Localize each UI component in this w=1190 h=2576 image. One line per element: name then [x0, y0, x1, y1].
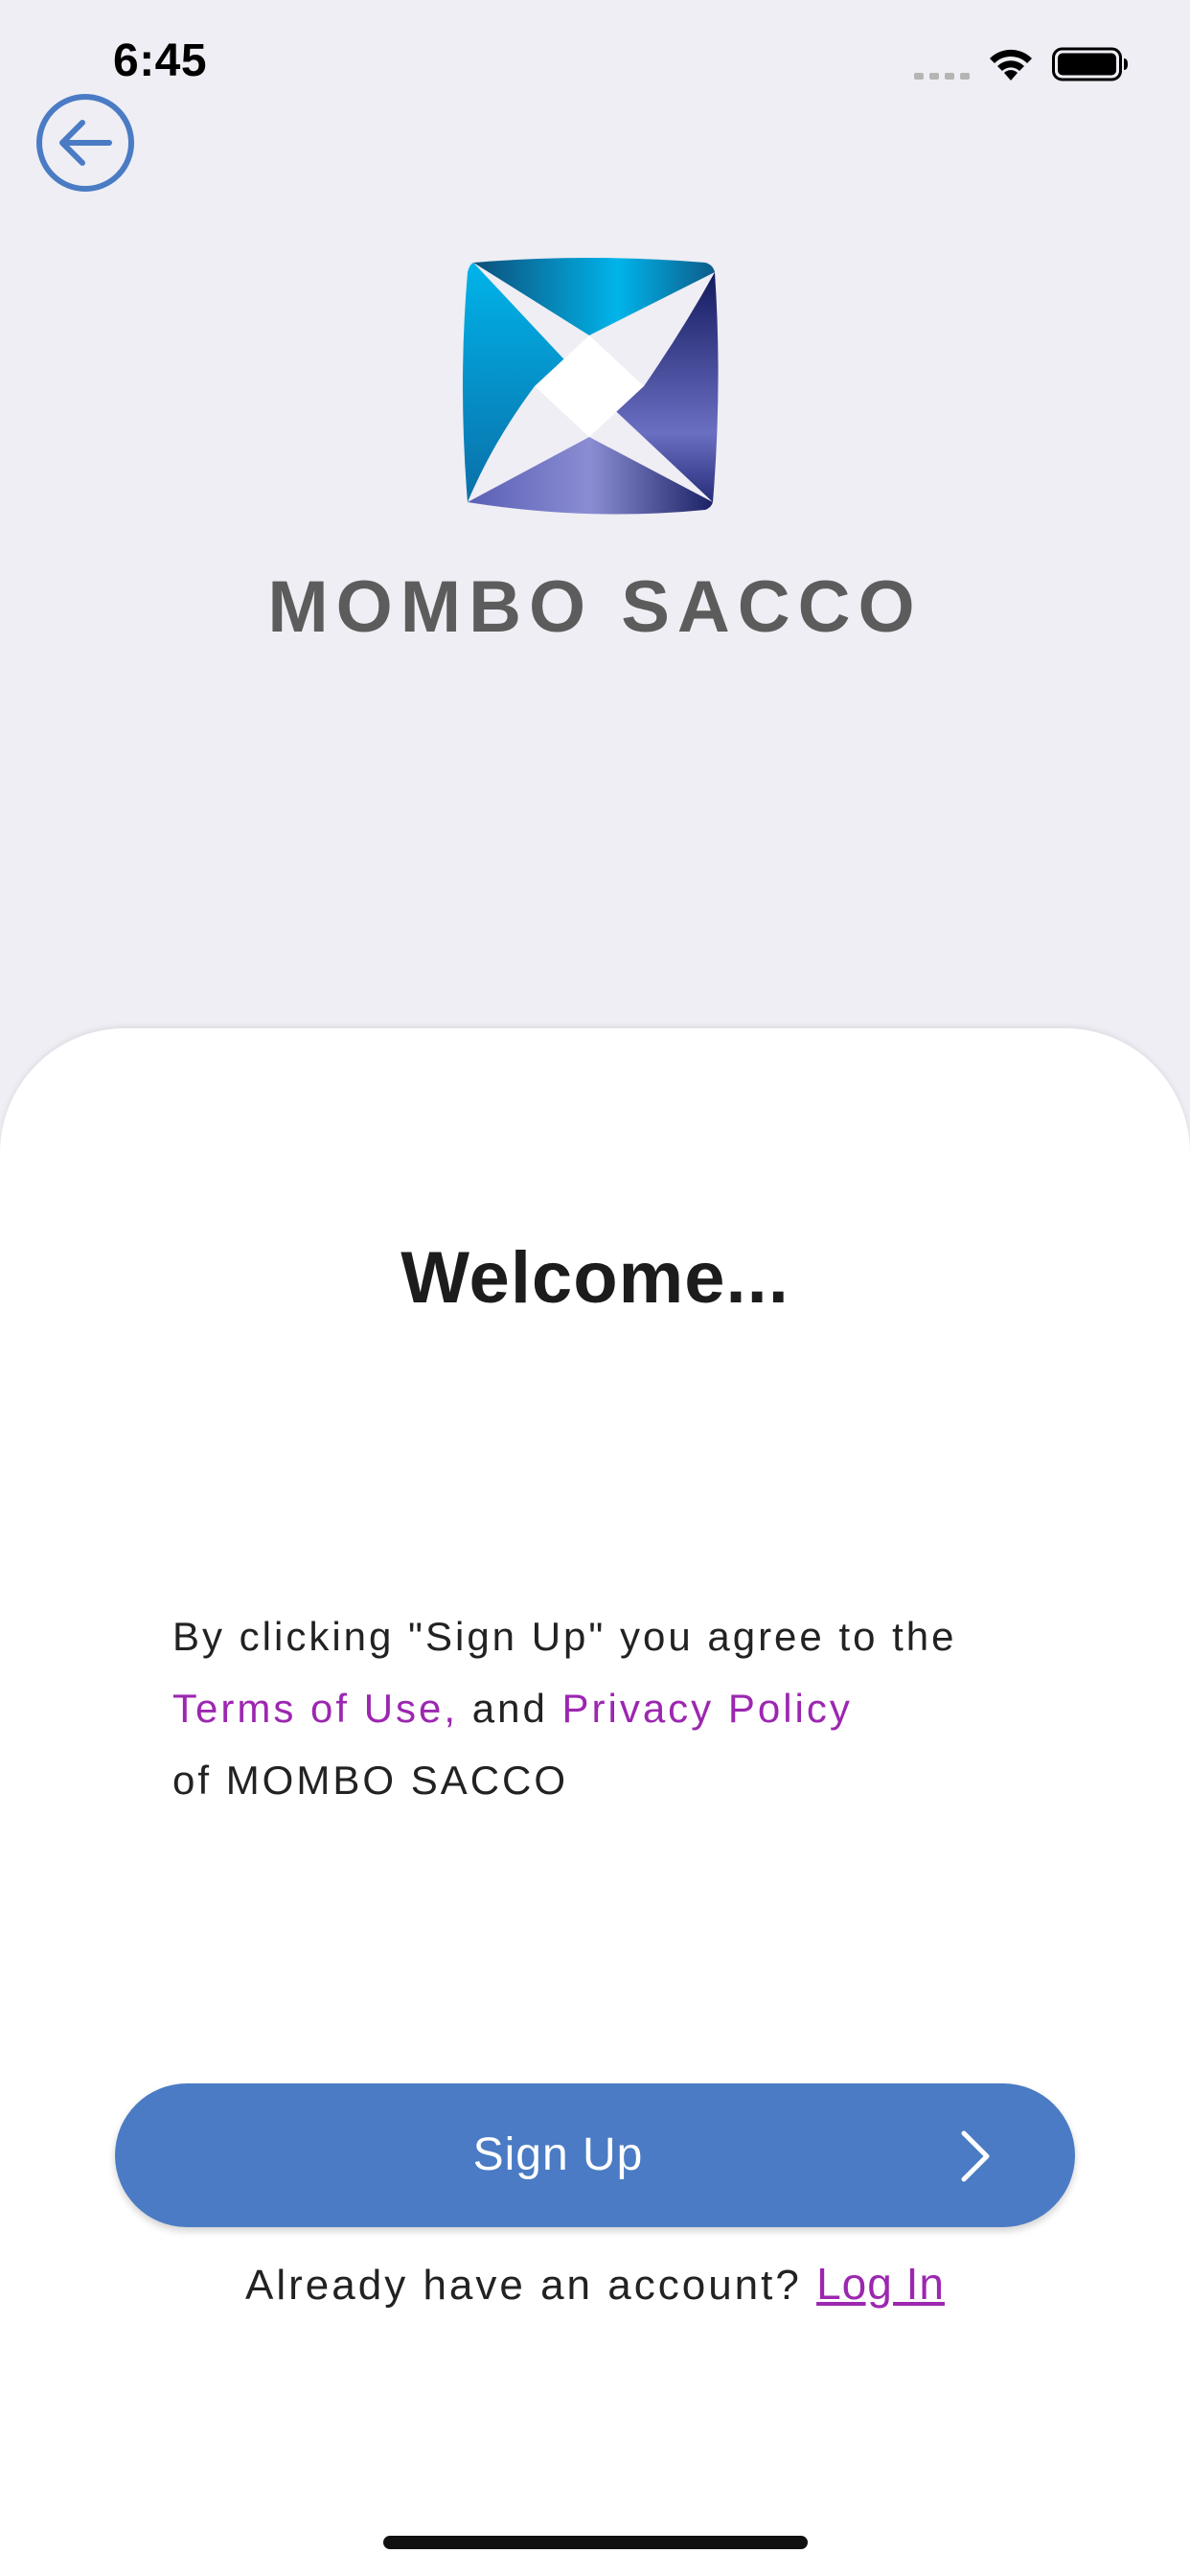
sign-up-label: Sign Up	[472, 2129, 644, 2180]
battery-icon	[1052, 47, 1128, 81]
wifi-icon	[990, 49, 1032, 80]
sign-up-button[interactable]: Sign Up	[115, 2083, 1075, 2227]
terms-of-use-link[interactable]: Terms of Use,	[172, 1686, 458, 1731]
home-indicator	[383, 2536, 808, 2549]
status-bar: 6:45	[0, 0, 1190, 125]
brand-name: MOMBO SACCO	[267, 566, 923, 648]
privacy-policy-link[interactable]: Privacy Policy	[561, 1686, 852, 1731]
signal-icon	[914, 73, 970, 80]
app-logo-icon	[463, 258, 719, 515]
terms-text: By clicking "Sign Up" you agree to the T…	[172, 1600, 1054, 1816]
login-prompt-text: Already have an account?	[245, 2262, 802, 2309]
status-time: 6:45	[113, 35, 208, 86]
terms-and-text: and	[458, 1686, 562, 1731]
terms-line-2: Terms of Use, and Privacy Policy	[172, 1672, 1054, 1744]
back-button[interactable]	[34, 92, 136, 194]
login-prompt: Already have an account? Log In	[0, 2258, 1190, 2310]
chevron-right-icon	[961, 2130, 990, 2182]
welcome-title: Welcome...	[400, 1237, 790, 1319]
terms-line-3: of MOMBO SACCO	[172, 1758, 569, 1803]
log-in-link[interactable]: Log In	[816, 2259, 945, 2309]
back-arrow-icon	[36, 94, 134, 192]
terms-line-1: By clicking "Sign Up" you agree to the	[172, 1614, 957, 1659]
